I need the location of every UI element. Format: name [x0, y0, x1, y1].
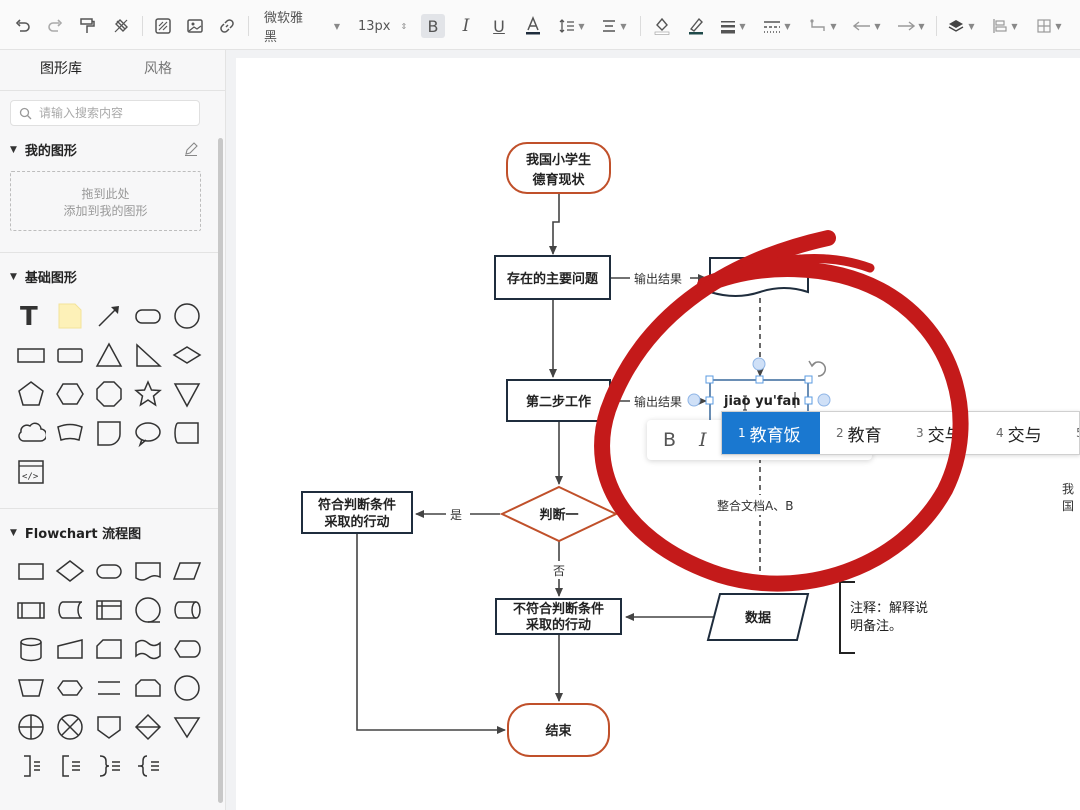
- popup-italic-button[interactable]: I: [699, 429, 707, 451]
- edge-yesaction-end[interactable]: [356, 534, 506, 734]
- node-step2-label: 第二步工作: [526, 394, 591, 410]
- annotation-line1: 注释：解释说: [850, 601, 928, 616]
- candidate-number: 4: [996, 426, 1004, 440]
- node-data-label: 数据: [745, 610, 771, 626]
- node-start-line2: 德育现状: [532, 172, 585, 188]
- candidate-text: 交与: [927, 425, 962, 446]
- node-yes-action-line2: 采取的行动: [323, 514, 389, 530]
- candidate-number: 1: [738, 426, 746, 440]
- offscreen-node-text: 我国: [1062, 482, 1075, 513]
- popup-bold-button[interactable]: B: [663, 429, 676, 451]
- edge-label-output-2: 输出结果: [634, 394, 682, 409]
- node-yes-action[interactable]: 符合判断条件 采取的行动: [301, 491, 413, 534]
- edge-label-merge: 整合文档A、B: [717, 498, 793, 513]
- candidate-text: 教育: [847, 425, 882, 446]
- node-start-line1: 我国小学生: [526, 152, 591, 168]
- node-start[interactable]: 我国小学生 德育现状: [506, 142, 611, 194]
- node-no-action-line1: 不符合判断条件: [513, 601, 604, 617]
- edge-start-problem[interactable]: [549, 193, 560, 255]
- ime-candidate-bar: 1教育饭 2教育 3交与 4交与 5: [721, 411, 1080, 455]
- edge-label-output-1: 输出结果: [634, 271, 682, 286]
- node-problem-label: 存在的主要问题: [507, 271, 599, 287]
- ime-candidate-1[interactable]: 1 教育饭: [722, 412, 820, 454]
- ime-candidate-2[interactable]: 2 教育: [836, 412, 882, 454]
- connect-point-left[interactable]: [687, 393, 701, 407]
- edge-label-yes: 是: [450, 508, 462, 522]
- node-end[interactable]: 结束: [507, 703, 610, 757]
- edge-label-no: 否: [553, 564, 565, 578]
- node-data[interactable]: 数据: [706, 593, 810, 641]
- connect-point-top[interactable]: [752, 357, 766, 371]
- editing-text[interactable]: jiao yu'fan: [723, 394, 801, 409]
- node-decision[interactable]: 判断一: [499, 485, 619, 543]
- candidate-number: 3: [916, 426, 924, 440]
- candidate-number: 5: [1076, 426, 1079, 440]
- node-decision-label: 判断一: [539, 507, 578, 523]
- node-annotation[interactable]: 注释：解释说 明备注。: [839, 581, 928, 654]
- node-document[interactable]: [709, 257, 809, 297]
- node-problem[interactable]: 存在的主要问题: [494, 255, 611, 300]
- ime-candidate-5[interactable]: 5: [1076, 412, 1079, 454]
- candidate-text: 教育饭: [749, 425, 801, 446]
- node-no-action-line2: 采取的行动: [525, 617, 591, 633]
- flowchart-diagram: 输出结果 输出结果 是 否 整合文档A、B 我国小学生 德育现状 存在的主要问题…: [301, 142, 928, 757]
- candidate-number: 2: [836, 426, 844, 440]
- node-step2[interactable]: 第二步工作: [506, 379, 611, 422]
- node-yes-action-line1: 符合判断条件: [318, 497, 396, 513]
- node-no-action[interactable]: 不符合判断条件 采取的行动: [495, 598, 622, 635]
- connect-point-right[interactable]: [817, 393, 831, 407]
- ime-candidate-4[interactable]: 4 交与: [996, 412, 1042, 454]
- annotation-line2: 明备注。: [850, 618, 902, 634]
- ime-candidate-3[interactable]: 3 交与: [916, 412, 962, 454]
- node-end-label: 结束: [545, 723, 572, 739]
- candidate-text: 交与: [1007, 425, 1042, 446]
